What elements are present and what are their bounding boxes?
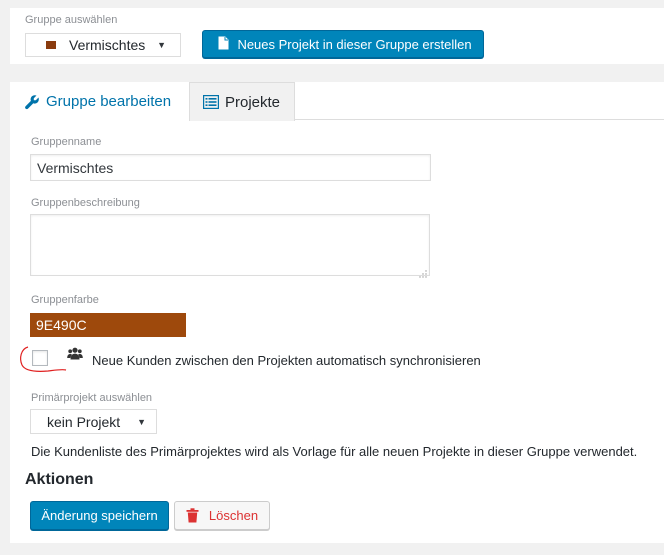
tab-edit-group[interactable]: Gruppe bearbeiten bbox=[10, 82, 189, 121]
wrench-icon bbox=[24, 94, 40, 110]
group-color-value: 9E490C bbox=[36, 317, 87, 333]
sync-customers-label: Neue Kunden zwischen den Projekten autom… bbox=[92, 353, 481, 368]
group-description-label: Gruppenbeschreibung bbox=[31, 197, 140, 209]
delete-button[interactable]: Löschen bbox=[174, 501, 270, 530]
tab-projects[interactable]: Projekte bbox=[189, 82, 295, 121]
new-project-button[interactable]: Neues Projekt in dieser Gruppe erstellen bbox=[202, 30, 484, 58]
primary-project-select[interactable]: kein Projekt ▼ bbox=[30, 409, 157, 434]
tab-bar: Gruppe bearbeiten Projekte bbox=[10, 82, 664, 121]
annotation-circle bbox=[20, 346, 67, 372]
group-select[interactable]: Vermischtes ▼ bbox=[25, 33, 181, 57]
group-name-input[interactable]: Vermischtes bbox=[30, 154, 431, 181]
group-color-picker[interactable]: 9E490C bbox=[30, 313, 186, 337]
group-name-label: Gruppenname bbox=[31, 136, 102, 148]
save-button[interactable]: Änderung speichern bbox=[30, 501, 169, 530]
trash-icon bbox=[186, 508, 199, 523]
chevron-down-icon: ▼ bbox=[137, 416, 146, 427]
primary-project-value: kein Projekt bbox=[47, 413, 121, 430]
primary-project-label: Primärprojekt auswählen bbox=[31, 392, 153, 404]
group-select-value: Vermischtes bbox=[69, 37, 146, 53]
primary-project-help: Die Kundenliste des Primärprojektes wird… bbox=[31, 444, 638, 459]
delete-button-label: Löschen bbox=[208, 508, 259, 523]
save-button-label: Änderung speichern bbox=[41, 508, 158, 523]
group-name-value: Vermischtes bbox=[37, 159, 114, 176]
chevron-down-icon: ▼ bbox=[157, 40, 166, 50]
tab-projects-label: Projekte bbox=[225, 93, 281, 111]
folder-icon bbox=[46, 41, 56, 49]
group-select-label: Gruppe auswählen bbox=[25, 14, 118, 26]
group-description-textarea[interactable] bbox=[30, 214, 430, 278]
actions-title: Aktionen bbox=[25, 471, 94, 488]
tab-edit-group-label: Gruppe bearbeiten bbox=[46, 93, 172, 110]
group-color-label: Gruppenfarbe bbox=[31, 294, 99, 306]
resize-grip-icon[interactable] bbox=[419, 265, 427, 278]
new-project-label: Neues Projekt in dieser Gruppe erstellen bbox=[237, 36, 472, 52]
users-icon bbox=[67, 347, 83, 366]
list-icon bbox=[203, 95, 219, 109]
new-document-icon bbox=[218, 36, 229, 53]
